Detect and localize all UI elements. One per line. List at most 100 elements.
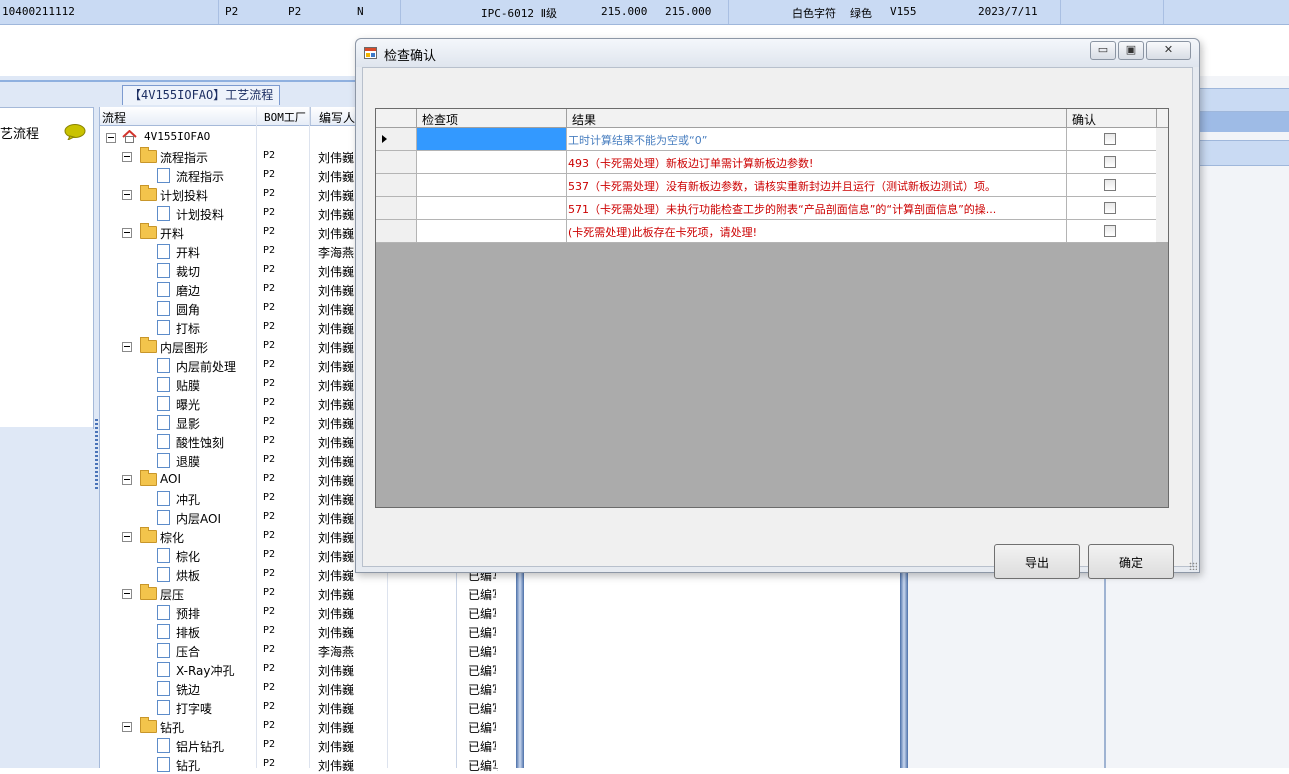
- tree-row[interactable]: 打字唛 P2 刘伟巍 已编写: [100, 698, 520, 717]
- result-cell[interactable]: (卡死需处理)此板存在卡死项，请处理!: [567, 220, 1067, 242]
- tree-row[interactable]: 层压 P2 刘伟巍 已编写: [100, 584, 520, 603]
- row-header[interactable]: [376, 220, 417, 242]
- tree-row[interactable]: 铣边 P2 刘伟巍 已编写: [100, 679, 520, 698]
- minimize-button[interactable]: ▭: [1090, 41, 1116, 60]
- collapse-toggle-icon[interactable]: [122, 152, 132, 162]
- status-value: 已编写: [468, 607, 498, 621]
- check-item-cell[interactable]: [417, 174, 567, 196]
- row-header[interactable]: [376, 151, 417, 173]
- confirm-button-label: 确定: [1118, 556, 1143, 570]
- export-button[interactable]: 导出: [994, 544, 1080, 579]
- date-cell: 2023/7/11: [978, 5, 1038, 18]
- result-cell[interactable]: 493（卡死需处理）新板边订单需计算新板边参数!: [567, 151, 1067, 173]
- tree-row[interactable]: 排板 P2 刘伟巍 已编写: [100, 622, 520, 641]
- bom-factory-value: P2: [263, 150, 276, 161]
- writer-value: 刘伟巍: [318, 417, 355, 431]
- confirm-checkbox[interactable]: [1104, 133, 1116, 145]
- chat-bubble-icon[interactable]: [64, 124, 86, 140]
- close-button[interactable]: ✕: [1146, 41, 1191, 60]
- document-icon: [157, 738, 170, 753]
- result-cell[interactable]: 571（卡死需处理）未执行功能检查工步的附表“产品剖面信息”的“计算剖面信息”的…: [567, 197, 1067, 219]
- row-header[interactable]: [376, 197, 417, 219]
- row-header[interactable]: [376, 174, 417, 196]
- row-header[interactable]: [376, 128, 417, 150]
- flow-caption-tab[interactable]: 【4V155IOFAO】工艺流程: [122, 85, 281, 105]
- writer-value: 刘伟巍: [318, 436, 355, 450]
- collapse-toggle-icon[interactable]: [122, 722, 132, 732]
- header-result[interactable]: 结果: [572, 111, 596, 128]
- document-icon: [157, 206, 170, 221]
- header-confirm[interactable]: 确认: [1072, 111, 1096, 128]
- check-item-cell[interactable]: [417, 151, 567, 173]
- collapse-toggle-icon[interactable]: [122, 190, 132, 200]
- confirm-checkbox[interactable]: [1104, 225, 1116, 237]
- tree-row[interactable]: 预排 P2 刘伟巍 已编写: [100, 603, 520, 622]
- dialog-titlebar[interactable]: 检查确认 ▭ ▣ ✕: [356, 39, 1199, 67]
- header-bom-factory[interactable]: BOM工厂: [264, 109, 306, 125]
- column-separator: [728, 0, 729, 24]
- tree-row[interactable]: 钻孔 P2 刘伟巍 已编写: [100, 755, 520, 774]
- check-item-cell[interactable]: [417, 220, 567, 242]
- dialog-title: 检查确认: [384, 49, 437, 64]
- check-item-cell[interactable]: [417, 128, 567, 150]
- header-separator: [1066, 109, 1067, 127]
- document-icon: [157, 491, 170, 506]
- selected-order-row[interactable]: 10400211112 P2 P2 N IPC-6012 Ⅱ级 215.000 …: [0, 0, 1289, 25]
- check-row[interactable]: 537（卡死需处理）没有新板边参数，请核实重新封边并且运行（测试新板边测试）项。: [376, 174, 1156, 197]
- collapse-toggle-icon[interactable]: [122, 589, 132, 599]
- right-pane-border: [1104, 560, 1106, 768]
- document-icon: [157, 700, 170, 715]
- collapse-toggle-icon[interactable]: [122, 342, 132, 352]
- collapse-toggle-icon[interactable]: [106, 133, 116, 143]
- collapse-toggle-icon[interactable]: [122, 228, 132, 238]
- result-cell[interactable]: 537（卡死需处理）没有新板边参数，请核实重新封边并且运行（测试新板边测试）项。: [567, 174, 1067, 196]
- confirm-checkbox[interactable]: [1104, 179, 1116, 191]
- tree-row[interactable]: 钻孔 P2 刘伟巍 已编写: [100, 717, 520, 736]
- tree-row-label: 内层图形: [160, 341, 209, 355]
- pane-divider[interactable]: [516, 560, 524, 768]
- collapse-toggle-icon[interactable]: [122, 475, 132, 485]
- confirm-cell[interactable]: [1067, 128, 1156, 150]
- confirm-cell[interactable]: [1067, 220, 1156, 242]
- tree-row-label: 钻孔: [160, 721, 185, 735]
- document-icon: [157, 168, 170, 183]
- check-items-grid[interactable]: 检查项 结果 确认 工时计算结果不能为空或“0” 493（卡死需处理）新板边订单需…: [375, 108, 1169, 508]
- bom-factory-value: P2: [263, 169, 276, 180]
- tree-row[interactable]: 铝片钻孔 P2 刘伟巍 已编写: [100, 736, 520, 755]
- writer-value: 刘伟巍: [318, 284, 355, 298]
- bom-factory-value: P2: [263, 720, 276, 731]
- pane-divider[interactable]: [900, 560, 908, 768]
- confirm-checkbox[interactable]: [1104, 156, 1116, 168]
- tree-row[interactable]: X-Ray冲孔 P2 刘伟巍 已编写: [100, 660, 520, 679]
- document-icon: [157, 757, 170, 772]
- check-item-cell[interactable]: [417, 197, 567, 219]
- confirm-cell[interactable]: [1067, 174, 1156, 196]
- document-icon: [157, 415, 170, 430]
- check-row[interactable]: (卡死需处理)此板存在卡死项，请处理!: [376, 220, 1156, 243]
- check-row[interactable]: 493（卡死需处理）新板边订单需计算新板边参数!: [376, 151, 1156, 174]
- header-check-item[interactable]: 检查项: [422, 111, 458, 128]
- tree-row-label: 压合: [176, 645, 201, 659]
- tree-row-label: 棕化: [160, 531, 185, 545]
- tree-row[interactable]: 压合 P2 李海燕 已编写: [100, 641, 520, 660]
- collapse-toggle-icon[interactable]: [122, 532, 132, 542]
- document-icon: [157, 662, 170, 677]
- maximize-button[interactable]: ▣: [1118, 41, 1144, 60]
- confirm-cell[interactable]: [1067, 197, 1156, 219]
- confirm-checkbox[interactable]: [1104, 202, 1116, 214]
- column-separator: [218, 0, 219, 24]
- column-separator: [1060, 0, 1061, 24]
- header-writer[interactable]: 编写人: [319, 109, 355, 126]
- confirm-cell[interactable]: [1067, 151, 1156, 173]
- check-confirm-dialog[interactable]: 检查确认 ▭ ▣ ✕ 检查项 结果 确认 工时计算结果不能为空或“0” 493（卡…: [355, 38, 1200, 579]
- confirm-button[interactable]: 确定: [1088, 544, 1174, 579]
- document-icon: [157, 301, 170, 316]
- header-flow[interactable]: 流程: [102, 109, 126, 126]
- resize-grip[interactable]: [1189, 562, 1197, 570]
- header-separator: [416, 109, 417, 127]
- result-cell[interactable]: 工时计算结果不能为空或“0”: [567, 128, 1067, 150]
- splitter-grip[interactable]: [95, 419, 98, 489]
- check-row[interactable]: 571（卡死需处理）未执行功能检查工步的附表“产品剖面信息”的“计算剖面信息”的…: [376, 197, 1156, 220]
- check-row[interactable]: 工时计算结果不能为空或“0”: [376, 128, 1156, 151]
- status-value: 已编写: [468, 626, 498, 640]
